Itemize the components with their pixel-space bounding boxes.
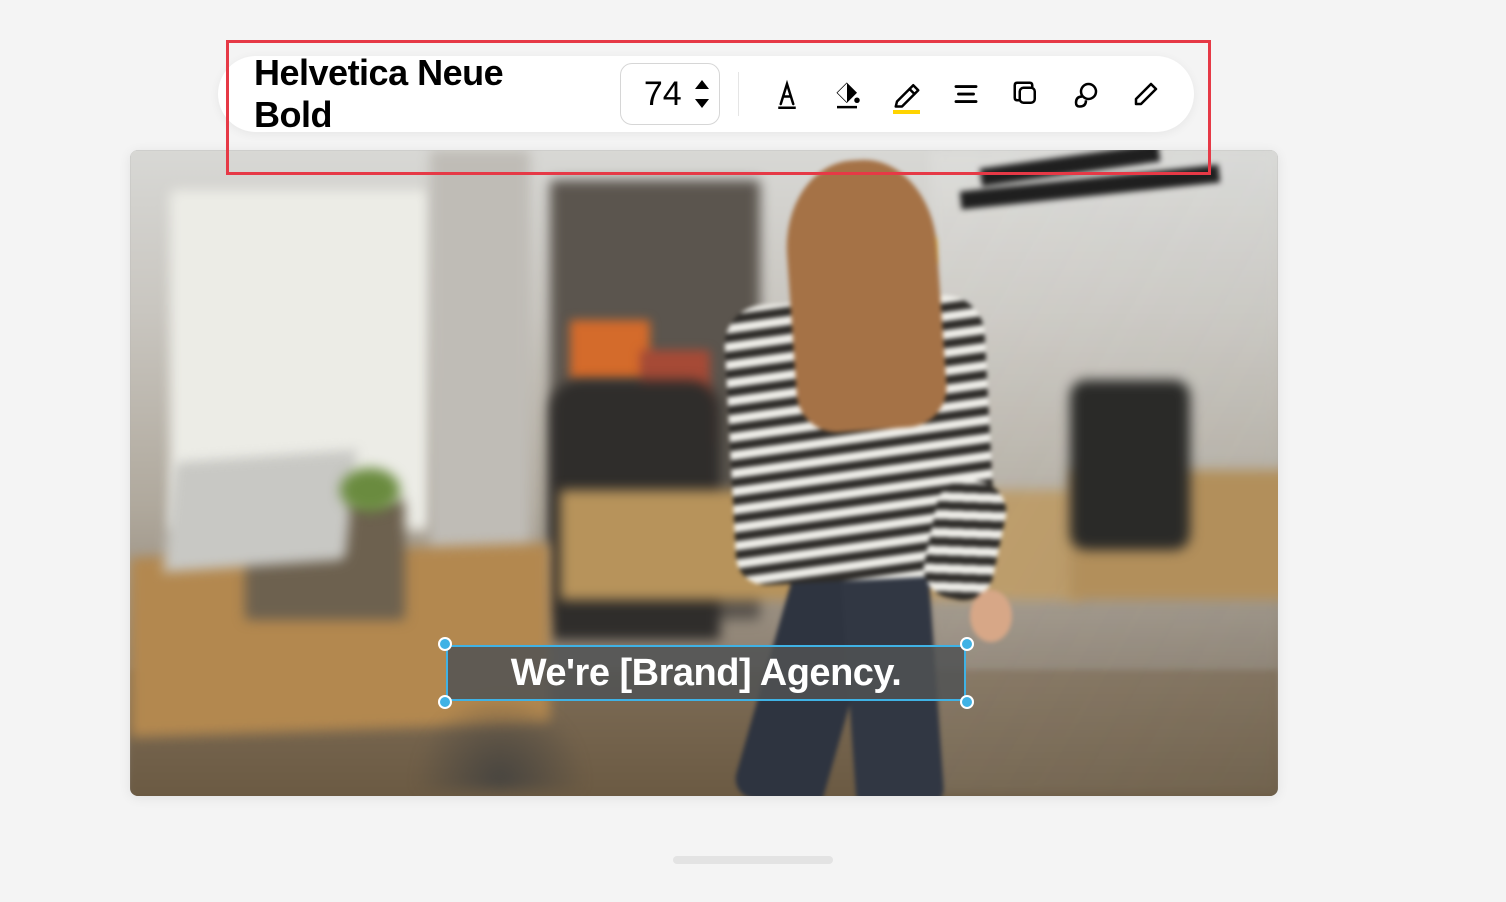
layers-icon — [1011, 79, 1041, 109]
edit-icon — [1131, 79, 1161, 109]
font-size-increase[interactable] — [695, 80, 709, 89]
text-box[interactable]: We're [Brand] Agency. — [446, 645, 966, 701]
resize-handle-bottom-right[interactable] — [960, 695, 974, 709]
text-content[interactable]: We're [Brand] Agency. — [511, 652, 902, 695]
align-button[interactable] — [944, 72, 988, 116]
selected-text-element[interactable]: We're [Brand] Agency. — [446, 645, 966, 701]
edit-button[interactable] — [1124, 72, 1168, 116]
align-icon — [951, 79, 981, 109]
slide-indicator — [673, 856, 833, 864]
fill-color-icon — [832, 79, 862, 109]
font-size-decrease[interactable] — [695, 99, 709, 108]
text-color-icon — [772, 79, 802, 109]
effects-icon — [1071, 79, 1101, 109]
effects-button[interactable] — [1064, 72, 1108, 116]
highlighter-icon — [892, 79, 922, 109]
layers-button[interactable] — [1004, 72, 1048, 116]
fill-color-button[interactable] — [825, 72, 869, 116]
font-family-selector[interactable]: Helvetica Neue Bold — [254, 52, 614, 136]
font-size-input[interactable]: 74 — [641, 75, 685, 114]
highlighter-button[interactable] — [885, 72, 929, 116]
font-size-stepper — [695, 80, 709, 108]
toolbar-separator — [738, 72, 739, 116]
text-color-button[interactable] — [765, 72, 809, 116]
resize-handle-bottom-left[interactable] — [438, 695, 452, 709]
design-canvas[interactable]: We're [Brand] Agency. — [130, 150, 1278, 796]
resize-handle-top-right[interactable] — [960, 637, 974, 651]
font-size-control: 74 — [620, 63, 720, 125]
resize-handle-top-left[interactable] — [438, 637, 452, 651]
text-format-toolbar: Helvetica Neue Bold 74 — [218, 56, 1194, 132]
